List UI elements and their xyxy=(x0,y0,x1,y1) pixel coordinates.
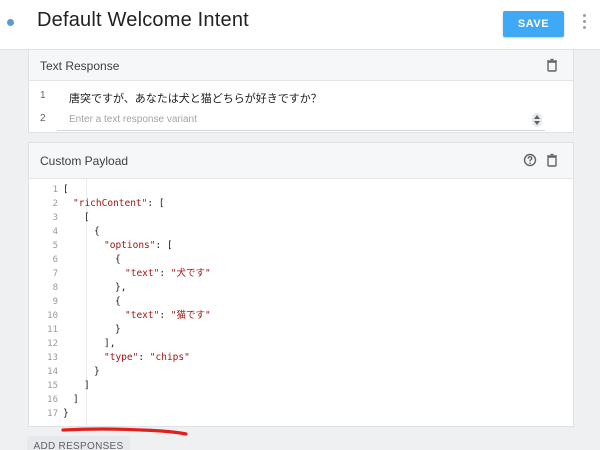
code-line: "richContent": [ xyxy=(73,198,165,209)
text-response-row-2[interactable]: 2 Enter a text response variant xyxy=(29,108,573,132)
code-line: } xyxy=(63,408,69,419)
code-line: { xyxy=(94,226,100,237)
save-button[interactable]: SAVE xyxy=(503,11,564,37)
code-line: { xyxy=(115,254,121,265)
line-number: 6 xyxy=(52,255,58,265)
status-dot xyxy=(7,19,14,26)
code-line: ], xyxy=(104,338,116,349)
intent-header: Default Welcome Intent SAVE xyxy=(0,0,600,50)
line-number: 7 xyxy=(52,269,58,279)
payload-code-editor[interactable]: 1 2 3 4 5 6 7 8 9 10 11 12 13 14 15 16 17 [ "richContent… xyxy=(29,179,573,426)
row-number: 2 xyxy=(40,113,46,124)
line-number: 11 xyxy=(47,325,58,335)
red-underline-annotation xyxy=(61,427,188,436)
row-number: 1 xyxy=(40,90,46,101)
line-number: 4 xyxy=(52,227,58,237)
help-icon[interactable] xyxy=(523,153,537,167)
custom-payload-card: Custom Payload 1 2 3 4 5 6 7 8 9 10 11 12 13 14 15 16 17… xyxy=(28,142,574,427)
code-line: "text": "犬です" xyxy=(125,268,211,279)
line-number: 17 xyxy=(47,409,58,419)
code-line: "type": "chips" xyxy=(104,352,190,363)
code-line: ] xyxy=(84,380,90,391)
line-number-gutter: 1 2 3 4 5 6 7 8 9 10 11 12 13 14 15 16 17 xyxy=(29,179,87,426)
text-response-row-1[interactable]: 1 唐突ですが、あなたは犬と猫どちらが好きですか？ xyxy=(29,85,573,109)
line-number: 2 xyxy=(52,199,58,209)
custom-payload-header: Custom Payload xyxy=(29,143,573,179)
custom-payload-title: Custom Payload xyxy=(40,154,129,168)
code-line: } xyxy=(94,366,100,377)
line-number: 14 xyxy=(47,367,58,377)
stepper-icon[interactable] xyxy=(532,113,542,127)
line-number: 1 xyxy=(52,185,58,195)
line-number: 10 xyxy=(47,311,58,321)
line-number: 9 xyxy=(52,297,58,307)
code-line: [ xyxy=(84,212,90,223)
intent-title[interactable]: Default Welcome Intent xyxy=(37,9,249,32)
line-number: 12 xyxy=(47,339,58,349)
code-line: ] xyxy=(73,394,79,405)
text-response-variant-input[interactable]: Enter a text response variant xyxy=(69,114,197,125)
text-response-header: Text Response xyxy=(29,50,573,81)
line-number: 16 xyxy=(47,395,58,405)
line-number: 3 xyxy=(52,213,58,223)
trash-icon[interactable] xyxy=(545,58,559,72)
code-line: "text": "猫です" xyxy=(125,310,211,321)
text-response-value[interactable]: 唐突ですが、あなたは犬と猫どちらが好きですか？ xyxy=(69,90,322,106)
code-line: [ xyxy=(63,184,69,195)
code-line: } xyxy=(115,324,121,335)
code-line: "options": [ xyxy=(104,240,173,251)
code-line: { xyxy=(115,296,121,307)
line-number: 13 xyxy=(47,353,58,363)
add-responses-button[interactable]: ADD RESPONSES xyxy=(28,436,129,450)
line-number: 8 xyxy=(52,283,58,293)
text-response-title: Text Response xyxy=(40,59,120,73)
code-line: }, xyxy=(115,282,127,293)
input-underline xyxy=(57,130,545,131)
text-response-card: Text Response 1 唐突ですが、あなたは犬と猫どちらが好きですか？ … xyxy=(28,49,574,133)
more-options-icon[interactable] xyxy=(581,14,587,32)
line-number: 15 xyxy=(47,381,58,391)
trash-icon[interactable] xyxy=(545,153,559,167)
line-number: 5 xyxy=(52,241,58,251)
